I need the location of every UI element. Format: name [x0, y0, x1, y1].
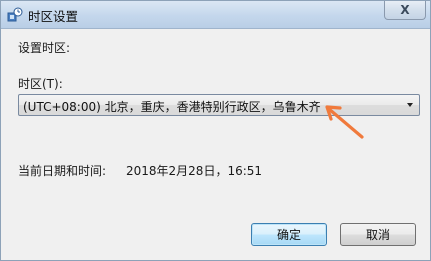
dialog-title: 时区设置	[28, 9, 79, 24]
ok-button[interactable]: 确定	[251, 223, 327, 246]
section-label: 设置时区:	[18, 41, 71, 55]
datetime-value: 2018年2月28日，16:51	[126, 164, 263, 178]
clock-settings-icon	[7, 7, 23, 22]
title-bar[interactable]: 时区设置 X	[1, 1, 430, 29]
timezone-label: 时区(T):	[18, 77, 63, 91]
arrow-annotation	[325, 105, 364, 139]
close-button[interactable]: X	[384, 1, 426, 20]
close-icon: X	[400, 3, 410, 17]
datetime-label: 当前日期和时间:	[18, 164, 107, 178]
timezone-select-value: (UTC+08:00) 北京，重庆，香港特别行政区，乌鲁木齐	[23, 100, 321, 114]
timezone-dialog: 时区设置 X 设置时区: 时区(T): (UTC+08:00) 北京，重庆，香港…	[0, 0, 431, 261]
chevron-down-icon[interactable]	[407, 103, 413, 107]
cancel-button[interactable]: 取消	[340, 223, 416, 246]
